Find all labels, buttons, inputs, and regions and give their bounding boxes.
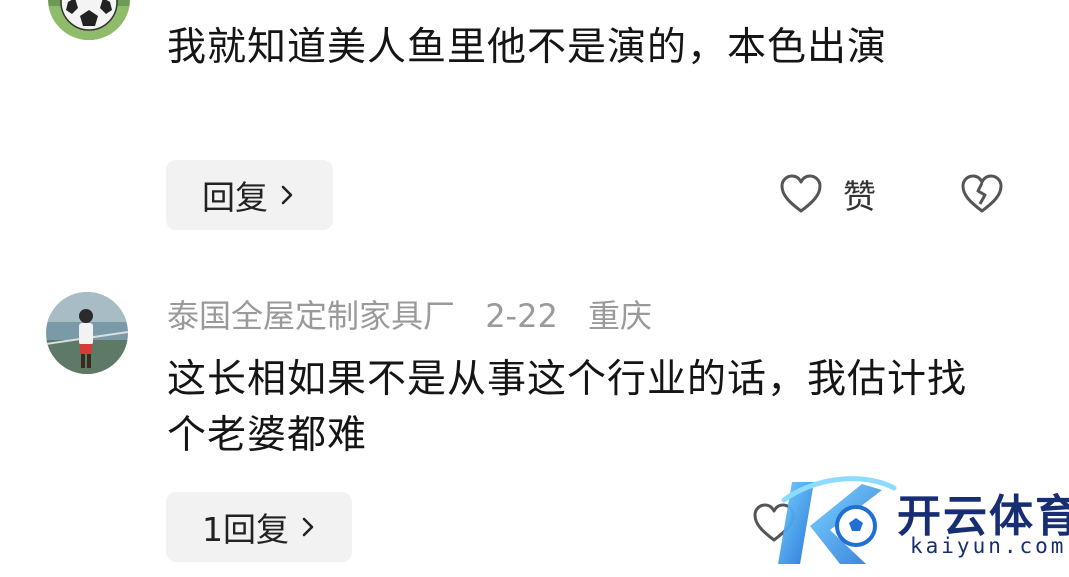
reply-label: 回复 <box>202 178 268 217</box>
person-photo-avatar-image <box>46 292 128 374</box>
heart-outline-icon <box>780 174 822 213</box>
comment-date: 2-22 <box>485 297 558 335</box>
comment-meta: 泰国全屋定制家具厂 2-22 重庆 <box>167 292 672 340</box>
reply-button[interactable]: 1回复 <box>166 492 352 562</box>
reply-label: 1回复 <box>202 510 289 549</box>
chevron-right-icon <box>302 517 314 537</box>
watermark-logo-icon <box>778 476 897 564</box>
like-button[interactable]: 赞 <box>779 170 876 218</box>
comment-text: 我就知道美人鱼里他不是演的，本色出演 <box>167 25 888 70</box>
comment-text: 这长相如果不是从事这个行业的话，我估计找个老婆都难 <box>167 357 968 458</box>
username[interactable]: 泰国全屋定制家具厂 <box>167 297 455 335</box>
soccer-ball-avatar-image <box>48 0 130 40</box>
like-label: 赞 <box>843 177 876 216</box>
broken-heart-icon[interactable] <box>960 174 1004 214</box>
comment-location: 重庆 <box>587 297 652 335</box>
watermark: 开云体育 kaiyun.com <box>770 470 1069 577</box>
chevron-right-icon <box>281 185 293 205</box>
reply-button[interactable]: 回复 <box>166 160 333 230</box>
avatar[interactable] <box>46 292 128 374</box>
avatar[interactable] <box>48 0 130 40</box>
watermark-name-en: kaiyun.com <box>910 534 1067 558</box>
